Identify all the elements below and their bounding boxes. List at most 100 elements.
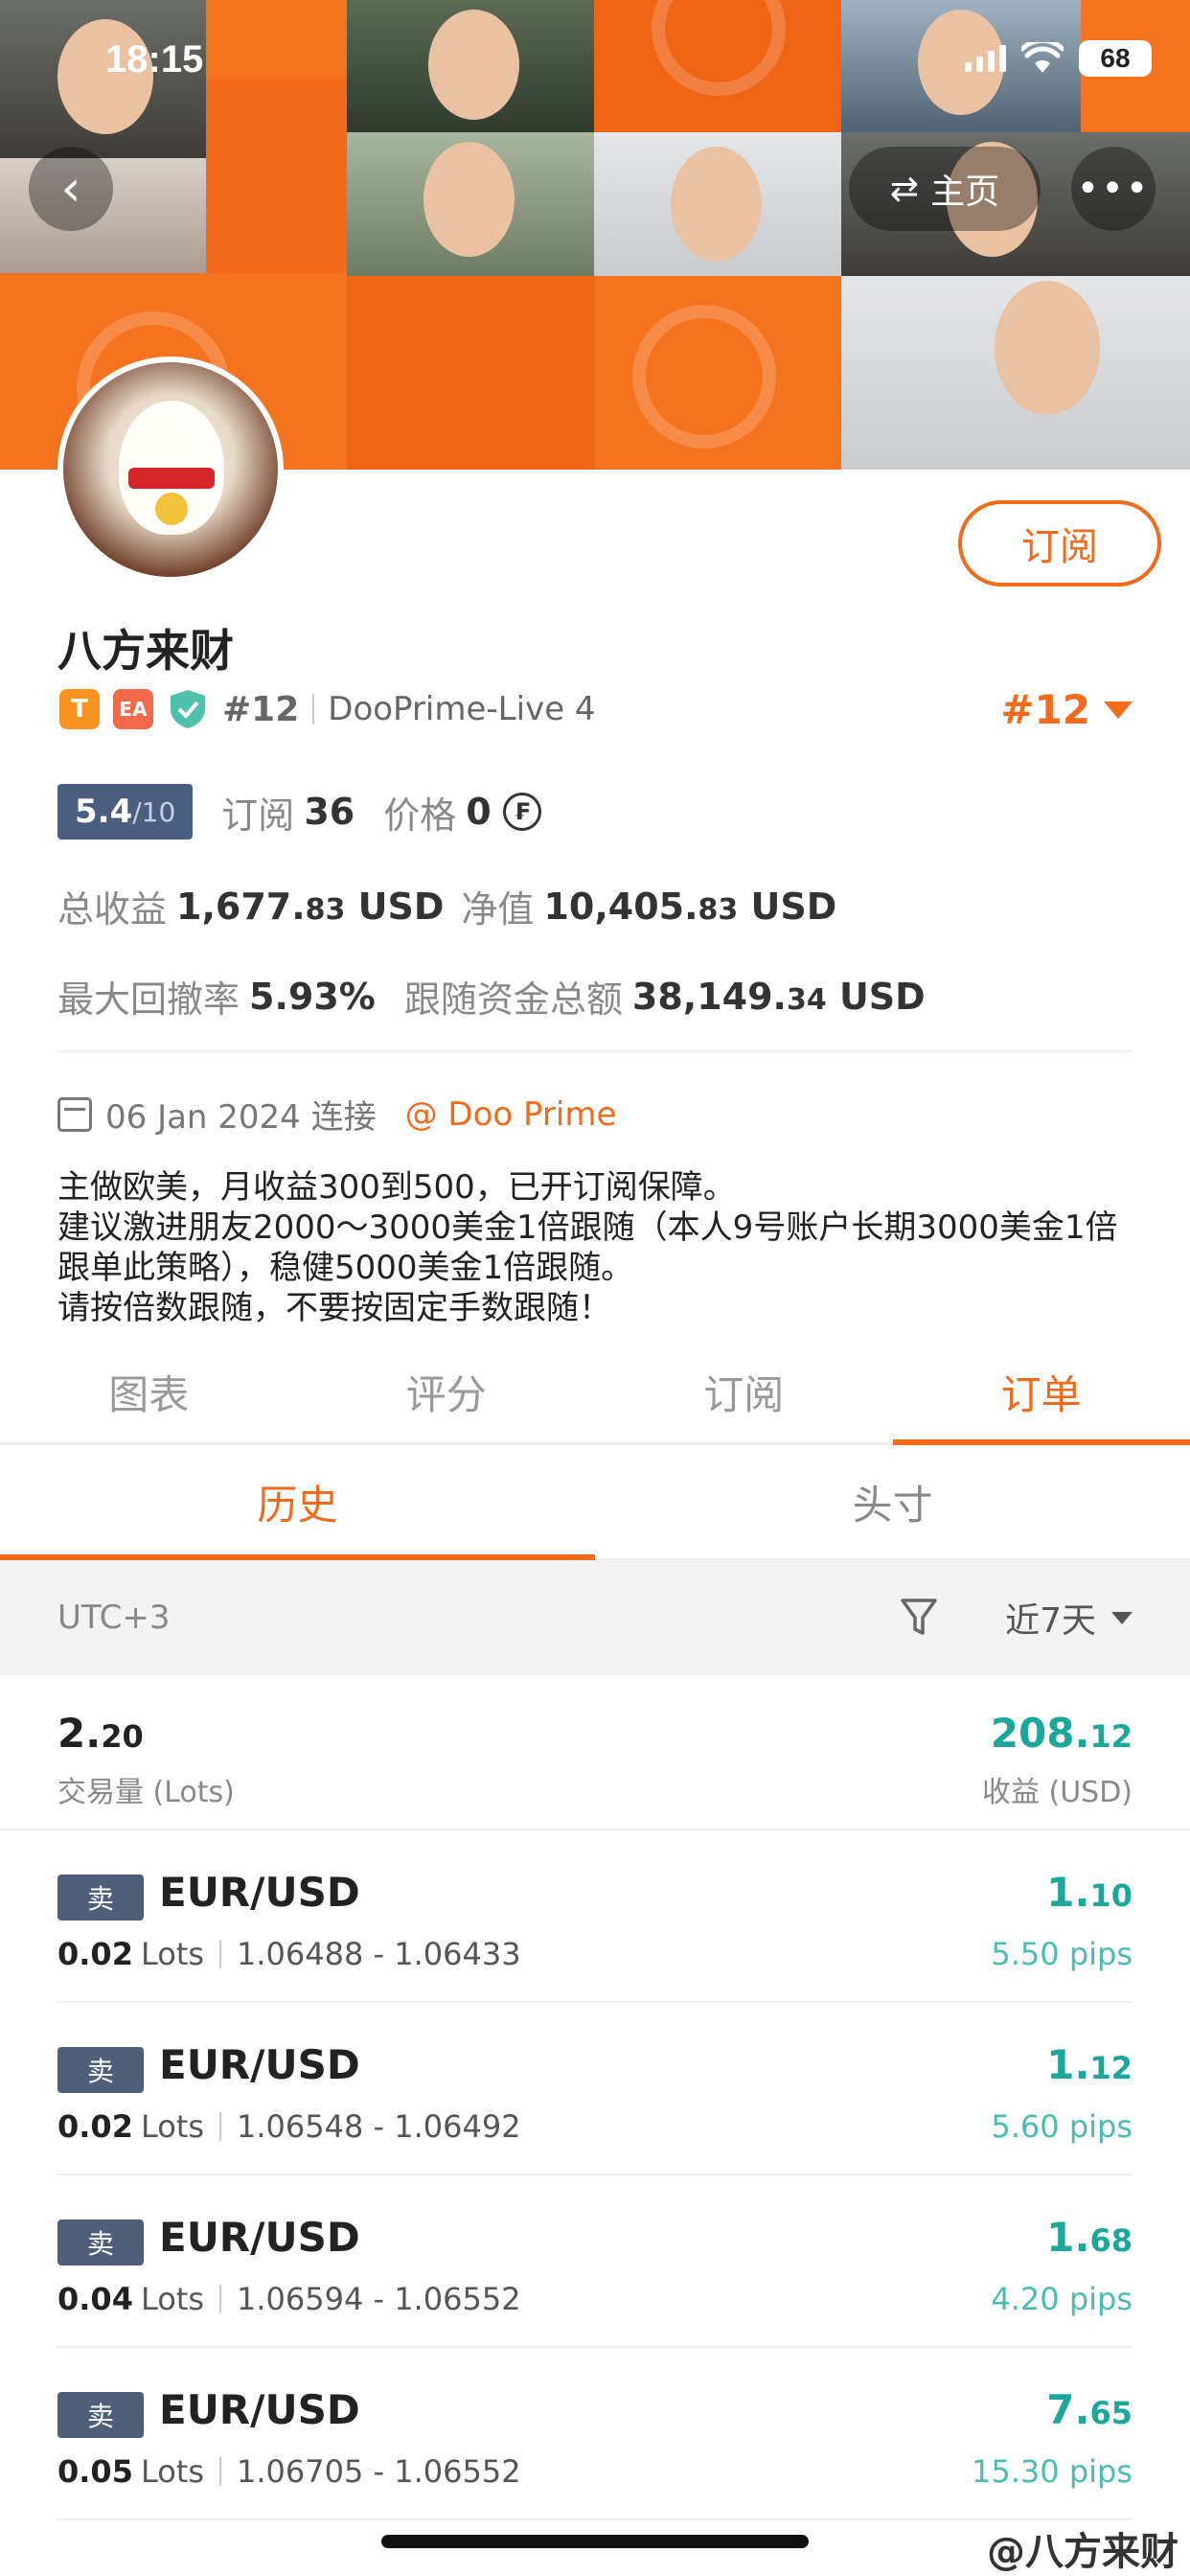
order-symbol: EUR/USD bbox=[159, 2214, 360, 2261]
score-row: 5.4/10 订阅 36 价格 0 ₣ bbox=[57, 784, 541, 840]
status-time: 18:15 bbox=[105, 38, 204, 80]
period-label: 近7天 bbox=[1005, 1601, 1096, 1641]
history-summary: 2.20 交易量 (Lots) 208.12 收益 (USD) bbox=[0, 1675, 1190, 1830]
home-button[interactable]: ⇄ 主页 bbox=[849, 147, 1041, 231]
order-profit: 1.68 bbox=[1046, 2214, 1133, 2261]
pattern-tile bbox=[594, 276, 841, 470]
switch-icon: ⇄ bbox=[889, 169, 920, 209]
signal-icon bbox=[965, 45, 1006, 72]
sell-badge: 卖 bbox=[57, 1874, 144, 1920]
caret-down-icon bbox=[1104, 701, 1133, 719]
sell-badge: 卖 bbox=[57, 2392, 144, 2438]
divider bbox=[312, 694, 315, 724]
profit-row: 总收益 1,677.83 USD 净值 10,405.83 USD bbox=[57, 880, 836, 932]
portrait-tile bbox=[347, 0, 594, 132]
order-detail: 0.02 Lots 1.06548 - 1.06492 bbox=[57, 2108, 521, 2145]
portrait-tile bbox=[347, 132, 594, 276]
order-profit: 1.10 bbox=[1046, 1869, 1133, 1916]
divider bbox=[57, 1050, 1133, 1052]
order-detail: 0.04 Lots 1.06594 - 1.06552 bbox=[57, 2281, 521, 2317]
home-indicator[interactable] bbox=[381, 2535, 809, 2548]
timezone-label: UTC+3 bbox=[57, 1598, 171, 1637]
subtab-positions[interactable]: 头寸 bbox=[595, 1445, 1190, 1558]
rank-dropdown[interactable]: #12 bbox=[1000, 686, 1133, 733]
coin-icon: ₣ bbox=[502, 793, 541, 831]
period-dropdown[interactable]: 近7天 bbox=[1005, 1593, 1133, 1643]
rank-label: #12 bbox=[222, 689, 300, 729]
order-pips: 5.50 pips bbox=[991, 1936, 1133, 1972]
status-icons: 68 bbox=[965, 40, 1152, 77]
verified-shield-icon bbox=[167, 688, 209, 730]
sell-badge: 卖 bbox=[57, 2220, 144, 2266]
score-max: /10 bbox=[132, 795, 176, 828]
tab-chart[interactable]: 图表 bbox=[0, 1342, 298, 1442]
sell-badge: 卖 bbox=[57, 2047, 144, 2093]
follow-funds-label: 跟随资金总额 bbox=[403, 978, 623, 1021]
subscriptions-label: 订阅 bbox=[221, 794, 295, 837]
ea-badge: EA bbox=[113, 689, 153, 729]
profit-value: 208.12 bbox=[990, 1710, 1133, 1757]
order-subtabs: 历史 头寸 bbox=[0, 1445, 1190, 1560]
more-button[interactable]: ••• bbox=[1071, 147, 1156, 231]
order-pips: 5.60 pips bbox=[991, 2108, 1133, 2145]
order-profit: 7.65 bbox=[1046, 2386, 1133, 2433]
subscriptions-value: 36 bbox=[304, 791, 355, 833]
order-pips: 15.30 pips bbox=[972, 2453, 1133, 2490]
order-detail: 0.05 Lots 1.06705 - 1.06552 bbox=[57, 2453, 521, 2490]
server-name: DooPrime-Live 4 bbox=[328, 690, 596, 728]
order-detail: 0.02 Lots 1.06488 - 1.06433 bbox=[57, 1936, 521, 1972]
price-label: 价格 bbox=[383, 794, 457, 837]
order-list: 卖 EUR/USD 0.02 Lots 1.06488 - 1.06433 1.10… bbox=[0, 1830, 1190, 2520]
drawdown-label: 最大回撤率 bbox=[57, 978, 240, 1021]
score-badge: 5.4/10 bbox=[57, 784, 194, 840]
badge-row: T EA #12 DooPrime-Live 4 bbox=[59, 688, 596, 730]
profile-name: 八方来财 bbox=[57, 625, 234, 677]
avatar bbox=[57, 356, 284, 583]
connection-info: 06 Jan 2024 连接 @ Doo Prime bbox=[57, 1091, 616, 1138]
order-row[interactable]: 卖 EUR/USD 0.04 Lots 1.06594 - 1.06552 1.68… bbox=[57, 2175, 1133, 2348]
rank-dropdown-label: #12 bbox=[1000, 686, 1090, 733]
caret-down-icon bbox=[1111, 1611, 1133, 1624]
volume-label: 交易量 (Lots) bbox=[57, 1776, 235, 1809]
back-button[interactable]: ‹ bbox=[29, 147, 113, 231]
subscribe-button[interactable]: 订阅 bbox=[958, 500, 1161, 586]
order-row[interactable]: 卖 EUR/USD 0.05 Lots 1.06705 - 1.06552 7.65… bbox=[57, 2348, 1133, 2520]
tab-subscription[interactable]: 订阅 bbox=[595, 1342, 893, 1442]
order-row[interactable]: 卖 EUR/USD 0.02 Lots 1.06548 - 1.06492 1.12… bbox=[57, 2003, 1133, 2175]
portrait-tile bbox=[841, 276, 1190, 470]
equity-value: 10,405.83 USD bbox=[543, 885, 837, 928]
volume-value: 2.20 bbox=[57, 1710, 144, 1757]
pattern-tile bbox=[594, 0, 841, 132]
equity-label: 净值 bbox=[461, 888, 535, 931]
profit-label: 收益 (USD) bbox=[981, 1776, 1133, 1809]
order-symbol: EUR/USD bbox=[159, 2041, 360, 2088]
subtab-history[interactable]: 历史 bbox=[0, 1445, 595, 1560]
broker-link[interactable]: @ Doo Prime bbox=[405, 1095, 617, 1134]
drawdown-row: 最大回撤率 5.93% 跟随资金总额 38,149.34 USD bbox=[57, 970, 926, 1023]
portrait-tile bbox=[594, 132, 841, 276]
filter-icon[interactable] bbox=[900, 1597, 938, 1639]
home-button-label: 主页 bbox=[930, 172, 1000, 212]
filter-bar: UTC+3 近7天 bbox=[0, 1560, 1190, 1675]
more-icon: ••• bbox=[1076, 167, 1151, 211]
follow-funds-value: 38,149.34 USD bbox=[631, 975, 926, 1018]
order-profit: 1.12 bbox=[1046, 2041, 1133, 2088]
total-profit-label: 总收益 bbox=[57, 888, 168, 931]
pattern-tile bbox=[347, 276, 594, 470]
trader-badge: T bbox=[59, 689, 100, 729]
main-tabs: 图表 评分 订阅 订单 bbox=[0, 1342, 1190, 1445]
lucky-cat-image bbox=[119, 401, 224, 535]
total-profit-value: 1,677.83 USD bbox=[176, 885, 445, 928]
order-symbol: EUR/USD bbox=[159, 2386, 360, 2433]
order-row[interactable]: 卖 EUR/USD 0.02 Lots 1.06488 - 1.06433 1.10… bbox=[57, 1830, 1133, 2003]
tab-orders[interactable]: 订单 bbox=[892, 1342, 1190, 1445]
tab-rating[interactable]: 评分 bbox=[298, 1342, 596, 1442]
price-value: 0 bbox=[466, 791, 492, 833]
score-value: 5.4 bbox=[75, 793, 133, 831]
battery-icon: 68 bbox=[1079, 40, 1152, 77]
wifi-icon bbox=[1021, 42, 1064, 73]
order-pips: 4.20 pips bbox=[991, 2281, 1133, 2317]
connection-date: 06 Jan 2024 连接 bbox=[105, 1098, 377, 1137]
drawdown-value: 5.93% bbox=[249, 975, 376, 1018]
calendar-icon bbox=[57, 1096, 92, 1132]
